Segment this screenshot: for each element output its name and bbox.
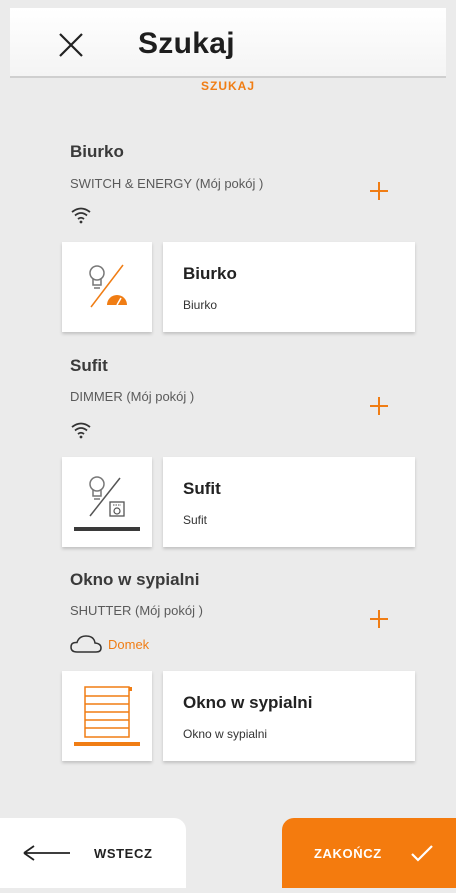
add-device-button[interactable] (368, 608, 390, 630)
page-title: Szukaj (138, 27, 235, 60)
checkmark-icon (410, 845, 433, 862)
close-icon[interactable] (58, 32, 84, 58)
finish-button-label: ZAKOŃCZ (314, 845, 382, 861)
device-group-title: Sufit (70, 356, 108, 375)
device-card-subtitle: Okno w sypialni (183, 727, 268, 741)
device-group-type: DIMMER (Mój pokój ) (70, 389, 195, 404)
device-icon-card[interactable] (62, 242, 152, 332)
cloud-icon (70, 635, 102, 653)
wifi-icon (71, 422, 91, 439)
device-card-subtitle: Sufit (183, 513, 208, 527)
device-icon-card[interactable] (62, 671, 152, 761)
device-icon-card[interactable] (62, 457, 152, 547)
device-group-title: Biurko (70, 142, 124, 161)
device-group-type: SHUTTER (Mój pokój ) (70, 603, 203, 618)
header-bar: Szukaj (10, 8, 446, 78)
finish-button[interactable]: ZAKOŃCZ (282, 818, 456, 888)
device-group-title: Okno w sypialni (70, 570, 200, 589)
cloud-location: Domek (70, 634, 149, 654)
device-card-title: Sufit (183, 479, 221, 498)
cloud-location-label: Domek (108, 636, 150, 652)
add-device-button[interactable] (368, 395, 390, 417)
switch-energy-icon (89, 264, 127, 308)
back-button[interactable]: WSTECZ (0, 818, 186, 888)
device-card[interactable]: Sufit Sufit (163, 457, 415, 547)
dimmer-icon (74, 476, 140, 531)
add-device-button[interactable] (368, 180, 390, 202)
back-button-label: WSTECZ (94, 845, 153, 861)
device-card[interactable]: Okno w sypialni Okno w sypialni (163, 671, 415, 761)
device-card-subtitle: Biurko (183, 298, 218, 312)
device-card[interactable]: Biurko Biurko (163, 242, 415, 332)
shutter-icon (74, 686, 140, 746)
wifi-icon (71, 207, 91, 224)
device-card-title: Okno w sypialni (183, 693, 313, 712)
section-label: SZUKAJ (200, 79, 255, 93)
device-group-type: SWITCH & ENERGY (Mój pokój ) (70, 176, 264, 191)
arrow-left-icon (23, 845, 70, 861)
device-card-title: Biurko (183, 264, 237, 283)
